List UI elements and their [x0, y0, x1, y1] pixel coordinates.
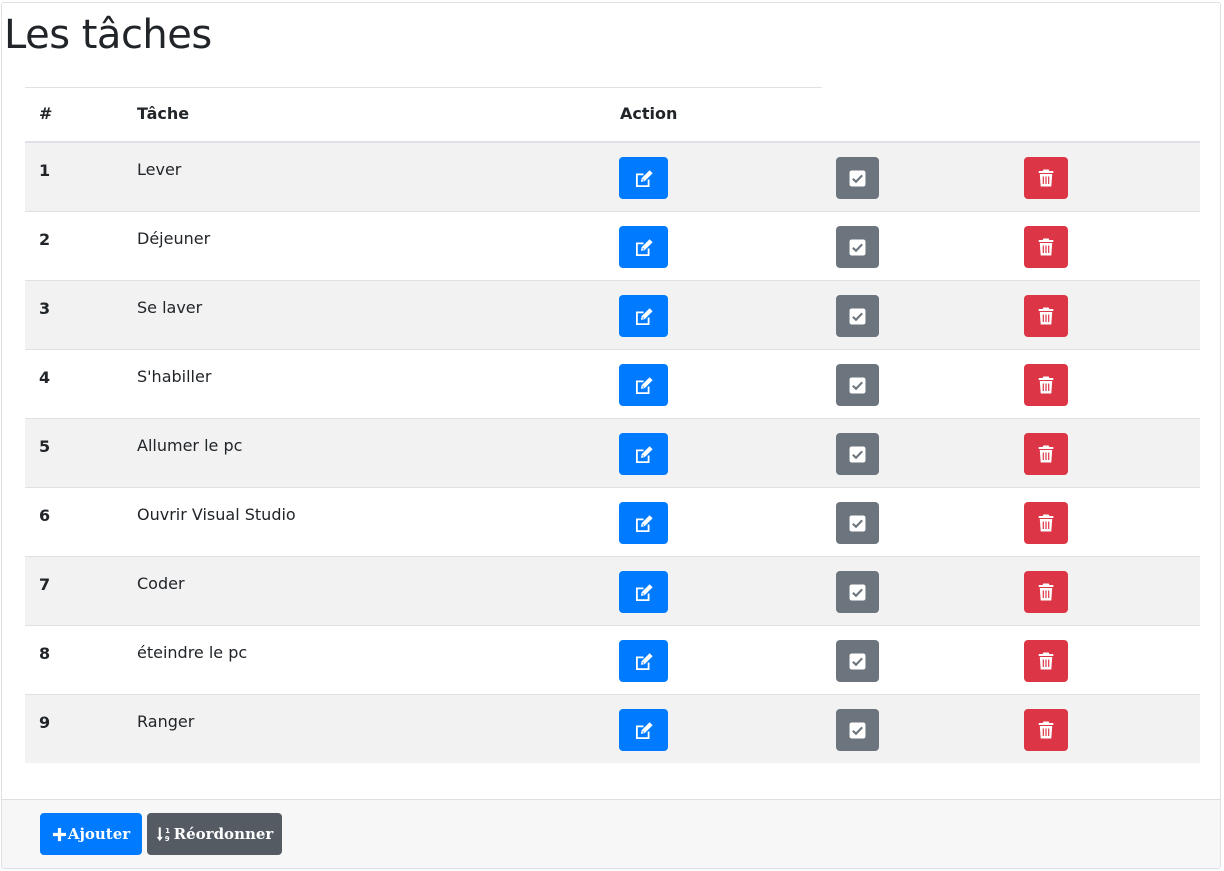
check-square-icon — [849, 722, 866, 739]
check-square-icon — [849, 515, 866, 532]
row-number: 3 — [39, 299, 51, 318]
row-number: 5 — [39, 437, 51, 456]
table-row: 2 Déjeuner — [25, 211, 1200, 280]
delete-button[interactable] — [1024, 571, 1068, 613]
check-square-icon — [849, 584, 866, 601]
table-row: 5 Allumer le pc — [25, 418, 1200, 487]
delete-button[interactable] — [1024, 157, 1068, 199]
complete-button[interactable] — [836, 364, 879, 406]
row-task-name: éteindre le pc — [137, 643, 248, 662]
table-row: 7 Coder — [25, 556, 1200, 625]
reorder-button[interactable]: 1 9 Réordonner — [147, 813, 282, 855]
delete-button[interactable] — [1024, 709, 1068, 751]
row-number: 9 — [39, 713, 51, 732]
check-square-icon — [849, 446, 866, 463]
edit-icon — [634, 721, 654, 739]
complete-button[interactable] — [836, 640, 879, 682]
delete-button[interactable] — [1024, 433, 1068, 475]
header-action: Action — [620, 104, 678, 123]
edit-button[interactable] — [619, 640, 668, 682]
header-task: Tâche — [137, 104, 190, 123]
check-square-icon — [849, 653, 866, 670]
complete-button[interactable] — [836, 502, 879, 544]
edit-button[interactable] — [619, 226, 668, 268]
edit-icon — [634, 514, 654, 532]
trash-icon — [1038, 652, 1054, 670]
table-row: 6 Ouvrir Visual Studio — [25, 487, 1200, 556]
plus-icon — [52, 827, 67, 842]
tasks-table: # Tâche Action 1 Lever 2 Déjeuner 3 Se laver 4… — [25, 87, 1200, 763]
check-square-icon — [849, 170, 866, 187]
table-header: # Tâche Action — [25, 87, 1200, 143]
edit-icon — [634, 652, 654, 670]
complete-button[interactable] — [836, 226, 879, 268]
row-number: 1 — [39, 161, 51, 180]
edit-icon — [634, 376, 654, 394]
edit-icon — [634, 238, 654, 256]
row-number: 8 — [39, 644, 51, 663]
edit-button[interactable] — [619, 364, 668, 406]
row-number: 7 — [39, 575, 51, 594]
trash-icon — [1038, 583, 1054, 601]
trash-icon — [1038, 445, 1054, 463]
edit-icon — [634, 169, 654, 187]
row-task-name: Lever — [137, 160, 182, 179]
edit-button[interactable] — [619, 571, 668, 613]
row-task-name: S'habiller — [137, 367, 212, 386]
row-task-name: Ouvrir Visual Studio — [137, 505, 296, 524]
delete-button[interactable] — [1024, 502, 1068, 544]
row-task-name: Se laver — [137, 298, 203, 317]
row-number: 4 — [39, 368, 51, 387]
trash-icon — [1038, 307, 1054, 325]
row-number: 2 — [39, 230, 51, 249]
edit-button[interactable] — [619, 709, 668, 751]
page-title: Les tâches — [4, 12, 212, 58]
table-row: 3 Se laver — [25, 280, 1200, 349]
table-row: 1 Lever — [25, 143, 1200, 211]
table-body: 1 Lever 2 Déjeuner 3 Se laver 4 S'habiller 5 Allu… — [25, 143, 1200, 763]
trash-icon — [1038, 514, 1054, 532]
complete-button[interactable] — [836, 709, 879, 751]
edit-button[interactable] — [619, 502, 668, 544]
add-button-label: Ajouter — [67, 825, 131, 843]
add-button[interactable]: Ajouter — [40, 813, 142, 855]
check-square-icon — [849, 377, 866, 394]
trash-icon — [1038, 721, 1054, 739]
delete-button[interactable] — [1024, 364, 1068, 406]
table-row: 9 Ranger — [25, 694, 1200, 763]
header-num: # — [39, 104, 53, 123]
delete-button[interactable] — [1024, 295, 1068, 337]
table-row: 8 éteindre le pc — [25, 625, 1200, 694]
edit-icon — [634, 583, 654, 601]
trash-icon — [1038, 238, 1054, 256]
tasks-card: Les tâches # Tâche Action 1 Lever 2 Déjeune… — [1, 2, 1221, 869]
table-row: 4 S'habiller — [25, 349, 1200, 418]
row-task-name: Allumer le pc — [137, 436, 243, 455]
delete-button[interactable] — [1024, 640, 1068, 682]
check-square-icon — [849, 308, 866, 325]
row-number: 6 — [39, 506, 51, 525]
edit-button[interactable] — [619, 157, 668, 199]
row-task-name: Coder — [137, 574, 185, 593]
edit-button[interactable] — [619, 295, 668, 337]
svg-text:9: 9 — [164, 834, 169, 843]
complete-button[interactable] — [836, 571, 879, 613]
edit-icon — [634, 307, 654, 325]
row-task-name: Déjeuner — [137, 229, 211, 248]
trash-icon — [1038, 376, 1054, 394]
edit-icon — [634, 445, 654, 463]
card-footer: Ajouter 1 9 Réordonner — [2, 799, 1220, 868]
trash-icon — [1038, 169, 1054, 187]
complete-button[interactable] — [836, 433, 879, 475]
edit-button[interactable] — [619, 433, 668, 475]
complete-button[interactable] — [836, 295, 879, 337]
complete-button[interactable] — [836, 157, 879, 199]
delete-button[interactable] — [1024, 226, 1068, 268]
reorder-button-label: Réordonner — [173, 825, 274, 843]
check-square-icon — [849, 239, 866, 256]
sort-numeric-down-icon: 1 9 — [156, 826, 173, 843]
row-task-name: Ranger — [137, 712, 195, 731]
